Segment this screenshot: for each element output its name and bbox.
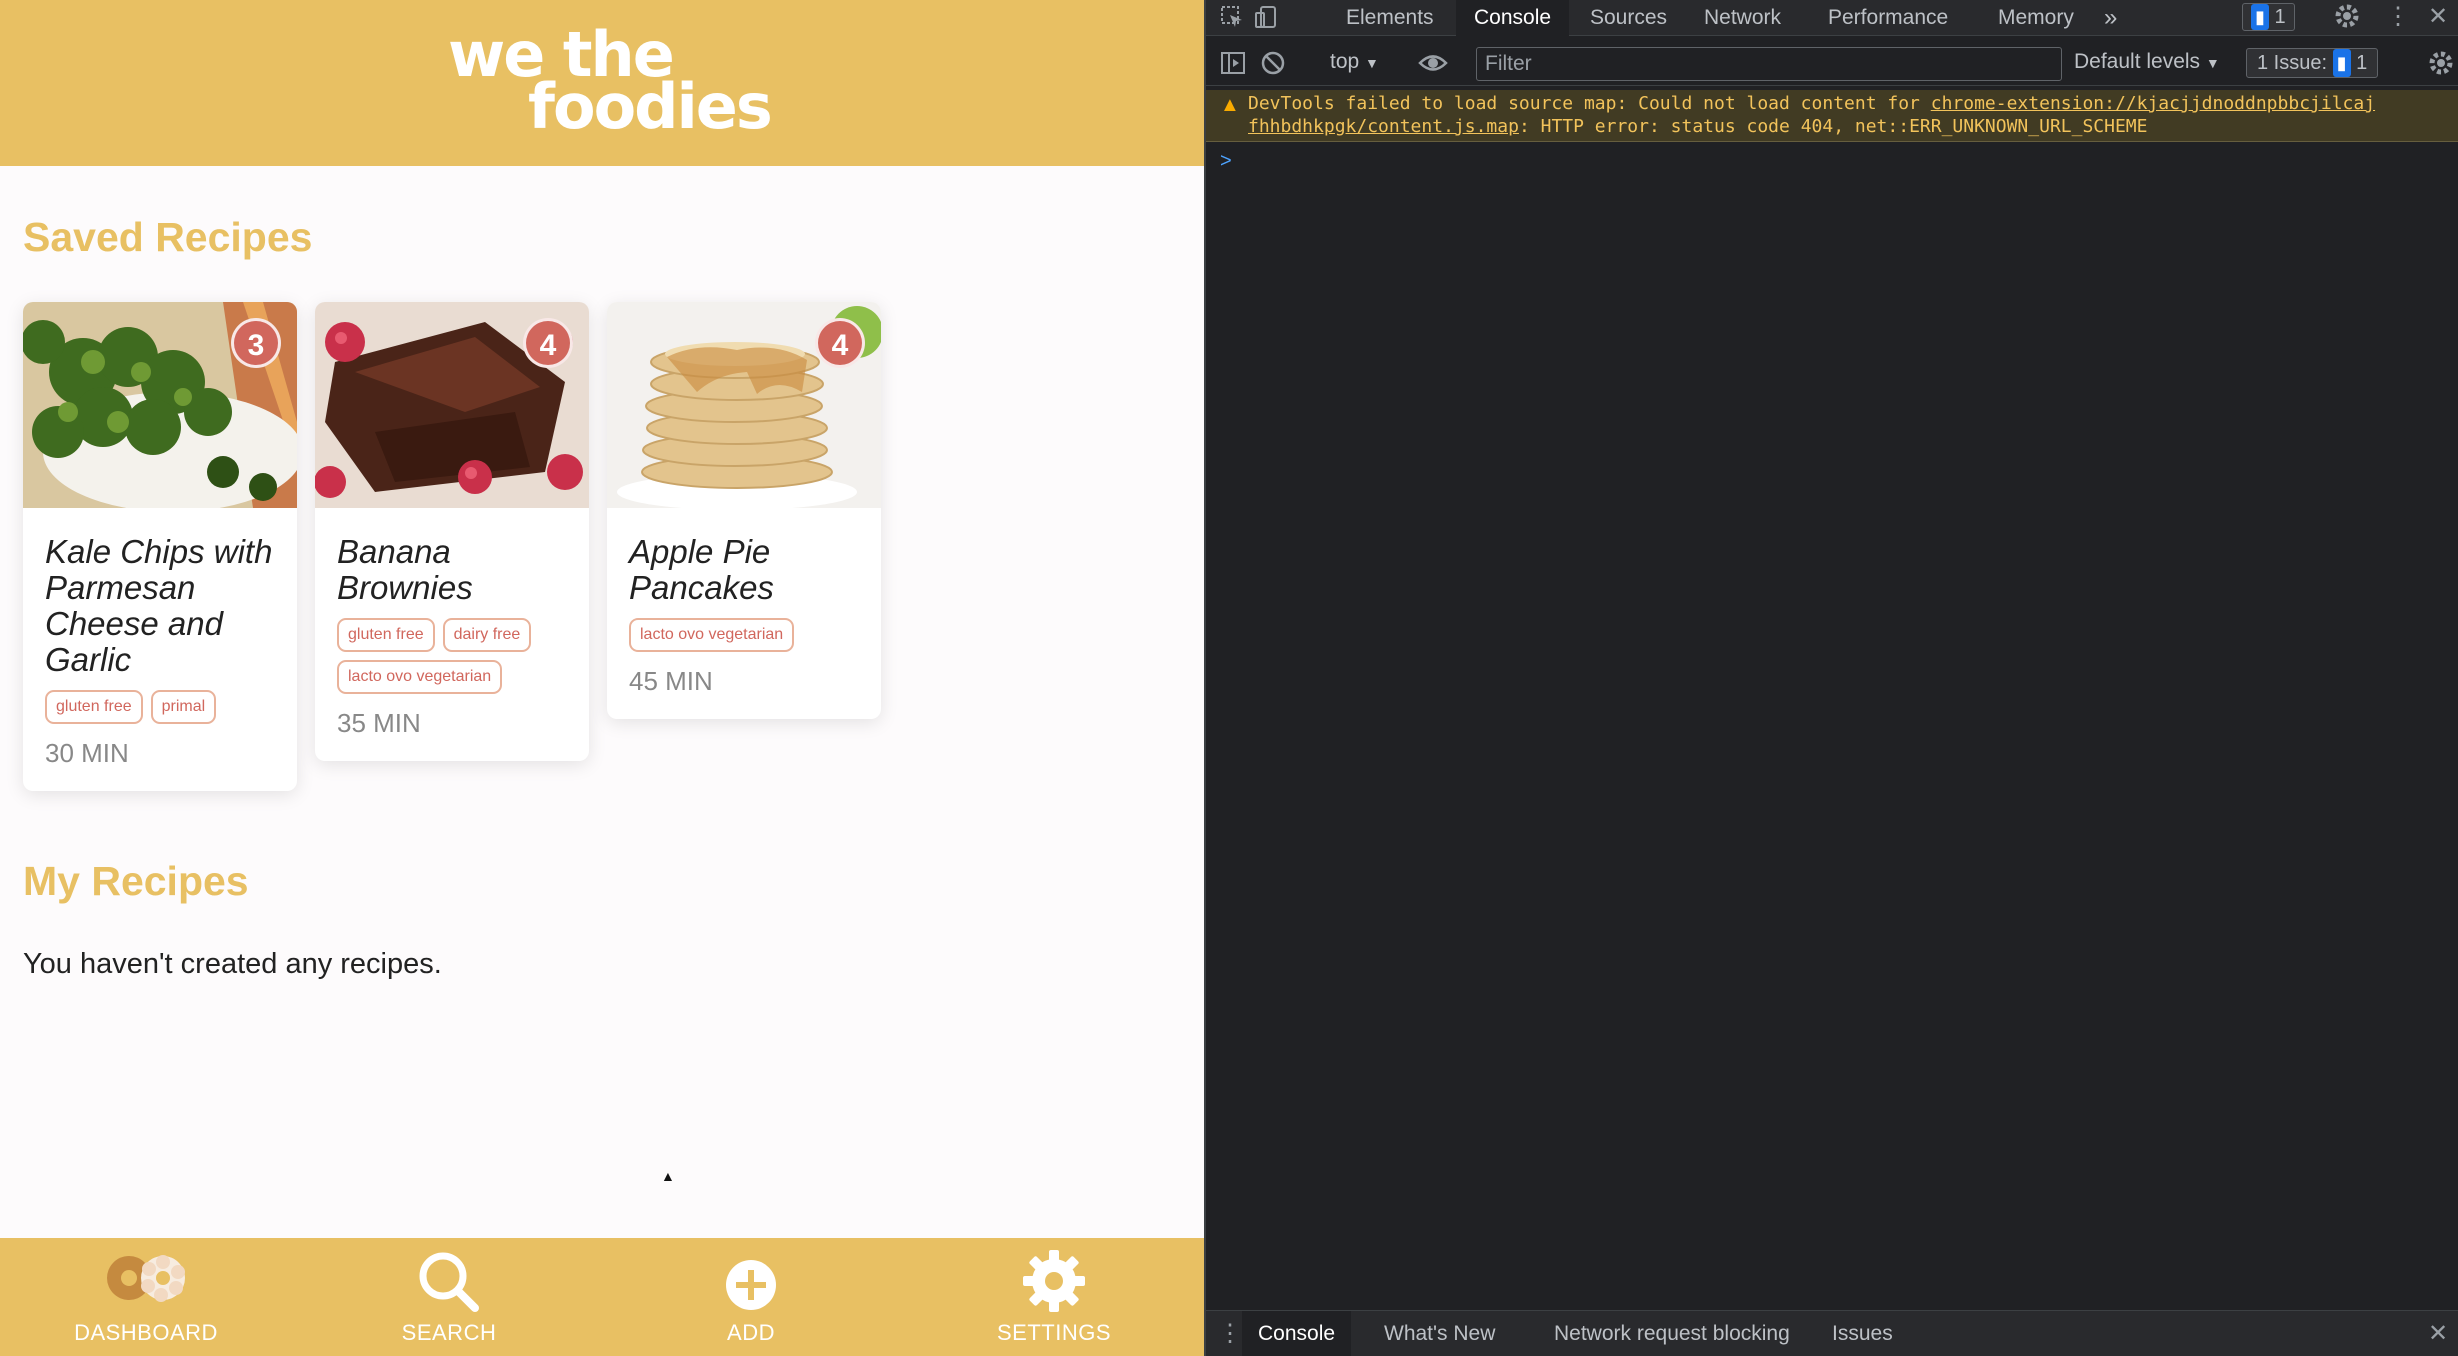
recipe-card-apple-pie-pancakes[interactable]: 4 Apple Pie Pancakes lacto ovo vegetaria… — [607, 302, 881, 719]
source-map-link-continued[interactable]: fhhbdhkpgk/content.js.map — [1248, 116, 1519, 137]
devtools-drawer: ⋮ Console What's New Network request blo… — [1206, 1310, 2458, 1356]
close-icon[interactable]: ✕ — [2428, 2, 2448, 31]
gear-icon — [1021, 1248, 1087, 1319]
drawer-tab-network-request-blocking[interactable]: Network request blocking — [1538, 1311, 1806, 1356]
tab-memory[interactable]: Memory — [1980, 0, 2092, 36]
messages-count: 1 — [2274, 6, 2286, 28]
warning-icon: ▲ — [1220, 94, 1240, 116]
tab-console[interactable]: Console — [1456, 0, 1570, 36]
inspect-element-icon[interactable] — [1220, 5, 1244, 35]
message-icon: ▮ — [2332, 49, 2351, 77]
filter-input[interactable]: Filter — [1476, 47, 2062, 81]
gear-icon[interactable] — [2334, 3, 2360, 35]
recipe-card-banana-brownies[interactable]: 4 Banana Brownies gluten free dairy free… — [315, 302, 589, 761]
card-body: Apple Pie Pancakes lacto ovo vegetarian … — [607, 508, 881, 719]
console-toolbar: top ▼ Filter Default levels ▼ 1 Issue: ▮… — [1206, 42, 2458, 86]
recipe-time: 30 MIN — [45, 738, 129, 768]
messages-count-button[interactable]: ▮ 1 — [2242, 3, 2295, 31]
recipe-card-kale-chips[interactable]: 3 Kale Chips with Parmesan Cheese and Ga… — [23, 302, 297, 791]
tab-network[interactable]: Network — [1686, 0, 1799, 36]
recipe-title: Apple Pie Pancakes — [629, 533, 774, 606]
device-toolbar-icon[interactable] — [1254, 5, 1278, 35]
card-body: Banana Brownies gluten free dairy free l… — [315, 508, 589, 761]
drawer-tab-issues[interactable]: Issues — [1816, 1311, 1909, 1356]
recipe-time: 35 MIN — [337, 708, 421, 738]
message-icon: ▮ — [2251, 4, 2269, 30]
chevron-down-icon: ▼ — [2205, 55, 2220, 71]
issues-label: 1 Issue: — [2257, 52, 2328, 74]
log-levels-value: Default levels — [2074, 50, 2201, 73]
saved-recipes-title: Saved Recipes — [23, 214, 313, 260]
drawer-tab-console[interactable]: Console — [1242, 1311, 1352, 1356]
search-icon — [417, 1250, 481, 1319]
tab-sources[interactable]: Sources — [1572, 0, 1685, 36]
context-selector[interactable]: top ▼ — [1330, 50, 1379, 74]
rating-badge: 4 — [523, 318, 573, 368]
recipe-title: Banana Brownies — [337, 533, 473, 606]
nav-label: DASHBOARD — [74, 1320, 218, 1345]
mouse-cursor-icon: ▲ — [661, 1168, 675, 1184]
logo[interactable]: we the foodies — [448, 20, 773, 143]
diet-tag: gluten free — [45, 690, 143, 724]
drawer-tab-whats-new[interactable]: What's New — [1368, 1311, 1511, 1356]
chevron-down-icon: ▼ — [1365, 55, 1379, 71]
kebab-menu-icon[interactable]: ⋮ — [2386, 2, 2410, 31]
app-header: we the foodies — [0, 0, 1204, 166]
diet-tag: gluten free — [337, 618, 435, 652]
rating-badge: 3 — [231, 318, 281, 368]
source-map-link[interactable]: chrome-extension://kjacjjdnoddnpbbcjilca… — [1931, 93, 2375, 114]
nav-label: SETTINGS — [996, 1320, 1111, 1345]
issues-count: 1 — [2356, 52, 2368, 74]
warning-text: DevTools failed to load source map: Coul… — [1248, 92, 2448, 138]
nav-label: ADD — [727, 1320, 775, 1345]
close-drawer-icon[interactable]: ✕ — [2428, 1319, 2448, 1348]
app-pane: we the foodies Saved Recipes 3 Kale Chip… — [0, 0, 1204, 1356]
donuts-icon — [101, 1250, 191, 1311]
tab-elements[interactable]: Elements — [1328, 0, 1452, 36]
add-circle-icon — [724, 1258, 778, 1317]
clear-console-icon[interactable] — [1260, 50, 1286, 82]
sidebar-toggle-icon[interactable] — [1220, 50, 1246, 82]
recipe-image-banana-brownies: 4 — [315, 302, 589, 508]
nav-settings[interactable]: SETTINGS — [954, 1238, 1154, 1356]
tab-performance[interactable]: Performance — [1810, 0, 1966, 36]
diet-tag: lacto ovo vegetarian — [337, 660, 503, 694]
more-tabs-icon[interactable]: » — [2086, 0, 2135, 36]
issues-button[interactable]: 1 Issue: ▮ 1 — [2246, 48, 2379, 78]
recipe-time: 45 MIN — [629, 666, 713, 696]
nav-dashboard[interactable]: DASHBOARD — [46, 1238, 246, 1356]
tag-list: lacto ovo vegetarian — [629, 618, 859, 652]
diet-tag: primal — [150, 690, 217, 724]
rating-badge: 4 — [815, 318, 865, 368]
card-body: Kale Chips with Parmesan Cheese and Garl… — [23, 508, 297, 791]
bottom-nav: DASHBOARD SEARCH ADD SETTINGS — [0, 1238, 1204, 1356]
log-levels-dropdown[interactable]: Default levels ▼ — [2074, 50, 2220, 74]
context-value: top — [1330, 50, 1360, 73]
diet-tag: dairy free — [442, 618, 532, 652]
recipe-image-apple-pie-pancakes: 4 — [607, 302, 881, 508]
recipe-title: Kale Chips with Parmesan Cheese and Garl… — [45, 533, 273, 678]
eye-icon[interactable] — [1418, 50, 1448, 82]
recipe-image-kale-chips: 3 — [23, 302, 297, 508]
devtools-pane: Elements Console Sources Network Perform… — [1204, 0, 2458, 1356]
logo-line2: foodies — [528, 70, 773, 143]
console-prompt[interactable]: > — [1220, 150, 1232, 173]
tag-list: gluten free dairy free lacto ovo vegetar… — [337, 618, 567, 694]
diet-tag: lacto ovo vegetarian — [629, 618, 795, 652]
warning-suffix: : HTTP error: status code 404, net::ERR_… — [1518, 116, 2148, 137]
console-warning-message: ▲ DevTools failed to load source map: Co… — [1206, 90, 2458, 142]
nav-label: SEARCH — [401, 1320, 497, 1345]
warning-prefix: DevTools failed to load source map: Coul… — [1248, 93, 1931, 114]
empty-recipes-message: You haven't created any recipes. — [23, 948, 442, 980]
nav-add[interactable]: ADD — [651, 1238, 851, 1356]
devtools-tabbar: Elements Console Sources Network Perform… — [1206, 0, 2458, 36]
drawer-menu-icon[interactable]: ⋮ — [1218, 1319, 1242, 1348]
console-settings-gear-icon[interactable] — [2428, 50, 2454, 82]
nav-search[interactable]: SEARCH — [349, 1238, 549, 1356]
my-recipes-title: My Recipes — [23, 858, 249, 904]
tag-list: gluten free primal — [45, 690, 275, 724]
